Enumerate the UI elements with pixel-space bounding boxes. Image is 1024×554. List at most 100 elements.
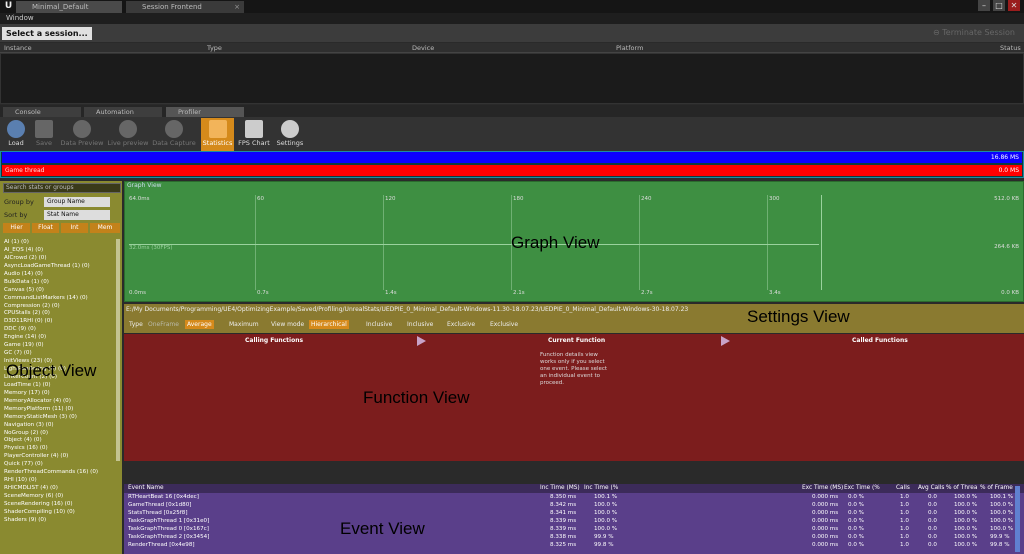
sort-by-dropdown[interactable]: Stat Name	[44, 210, 110, 220]
menu-window[interactable]: Window	[0, 13, 1024, 24]
col-pct-frame[interactable]: % of Frame	[980, 485, 1013, 491]
maximum-option[interactable]: Maximum	[229, 320, 259, 329]
time-label: 2.7s	[641, 290, 653, 296]
game-thread-bar[interactable]: Game thread 0.0 MS	[2, 165, 1022, 176]
hierarchical-option[interactable]: Hierarchical	[309, 320, 349, 329]
live-preview-icon	[119, 120, 137, 138]
col-type[interactable]: Type	[207, 44, 222, 52]
select-session-dropdown[interactable]: Select a session... ▾	[2, 27, 92, 51]
stat-group-item[interactable]: Memory (17) (0)	[2, 390, 116, 398]
stat-group-item[interactable]: CommandListMarkers (14) (0)	[2, 295, 116, 303]
settings-button[interactable]: Settings	[274, 118, 306, 151]
event-row[interactable]: TaskGraphThread 0 [0x167c] 8.339 ms 100.0 …	[124, 526, 1020, 534]
col-exc-time-ms[interactable]: Exc Time (MS)	[802, 485, 843, 491]
terminate-session-button[interactable]: ⊖ Terminate Session	[933, 28, 1015, 37]
stat-group-item[interactable]: Game (19) (0)	[2, 342, 116, 350]
fps-chart-button[interactable]: FPS Chart	[236, 118, 272, 151]
stat-group-item[interactable]: DDC (9) (0)	[2, 326, 116, 334]
stat-group-item[interactable]: CPUStalls (2) (0)	[2, 310, 116, 318]
stat-group-item[interactable]: AI_EQS (4) (0)	[2, 247, 116, 255]
stat-group-item[interactable]: NoGroup (2) (0)	[2, 430, 116, 438]
event-row[interactable]: TaskGraphThread 2 [0x3454] 8.338 ms 99.9 %…	[124, 534, 1020, 542]
statistics-button[interactable]: Statistics	[201, 118, 234, 151]
stat-group-item[interactable]: SceneMemory (6) (0)	[2, 493, 116, 501]
stat-group-item[interactable]: Audio (14) (0)	[2, 271, 116, 279]
col-avg-calls[interactable]: Avg Calls	[918, 485, 944, 491]
event-cell: 0.0	[928, 542, 937, 548]
stat-group-item[interactable]: GC (7) (0)	[2, 350, 116, 358]
col-inc-time-ms[interactable]: Inc Time (MS)	[540, 485, 580, 491]
inclusive-option[interactable]: Inclusive	[366, 320, 392, 329]
col-event-name[interactable]: Event Name	[128, 485, 164, 491]
stat-group-item[interactable]: LoadTime (1) (0)	[2, 382, 116, 390]
stat-group-item[interactable]: Navigation (3) (0)	[2, 422, 116, 430]
col-inc-time-pct[interactable]: Inc Time (%	[584, 485, 618, 491]
tab-profiler[interactable]: Profiler	[166, 107, 244, 117]
event-row[interactable]: GameThread [0x1d80] 8.342 ms 100.0 % 0.000 …	[124, 502, 1020, 510]
stat-group-item[interactable]: Canvas (5) (0)	[2, 287, 116, 295]
data-capture-button[interactable]: Data Capture	[152, 118, 196, 151]
stat-group-item[interactable]: RenderThreadCommands (16) (0)	[2, 469, 116, 477]
filter-int[interactable]: Int	[61, 223, 88, 233]
stat-group-item[interactable]: BulkData (1) (0)	[2, 279, 116, 287]
col-exc-time-pct[interactable]: Exc Time (%	[844, 485, 880, 491]
filter-hier[interactable]: Hier	[3, 223, 30, 233]
col-instance[interactable]: Instance	[4, 44, 32, 52]
maximize-button[interactable]: □	[993, 0, 1005, 11]
stat-group-item[interactable]: SceneRendering (16) (0)	[2, 501, 116, 509]
frame-bar[interactable]: 16.86 MS	[2, 152, 1022, 163]
stat-group-item[interactable]: MemoryPlatform (11) (0)	[2, 406, 116, 414]
stat-group-item[interactable]: Engine (14) (0)	[2, 334, 116, 342]
one-frame-option[interactable]: OneFrame	[148, 320, 179, 329]
event-row[interactable]: RenderThread [0x4e98] 8.325 ms 99.8 % 0.000…	[124, 542, 1020, 550]
stat-group-item[interactable]: Quick (77) (0)	[2, 461, 116, 469]
data-preview-button[interactable]: Data Preview	[60, 118, 104, 151]
average-option[interactable]: Average	[185, 320, 214, 329]
col-pct-thread[interactable]: % of Threa	[946, 485, 977, 491]
stat-group-item[interactable]: MemoryAllocator (4) (0)	[2, 398, 116, 406]
load-button[interactable]: Load	[2, 118, 30, 151]
stats-search-input[interactable]: Search stats or groups	[3, 183, 121, 193]
stat-group-item[interactable]: MemoryStaticMesh (3) (0)	[2, 414, 116, 422]
stat-group-item[interactable]: RHICMDLIST (4) (0)	[2, 485, 116, 493]
tab-automation[interactable]: Automation	[84, 107, 162, 117]
stat-group-item[interactable]: D3D11RHI (0) (0)	[2, 318, 116, 326]
event-row[interactable]: TaskGraphThread 1 [0x31e0] 8.339 ms 100.0 …	[124, 518, 1020, 526]
tree-scrollbar[interactable]	[116, 239, 120, 461]
group-by-dropdown[interactable]: Group Name	[44, 197, 110, 207]
filter-float[interactable]: Float	[32, 223, 59, 233]
stat-group-item[interactable]: Compression (2) (0)	[2, 303, 116, 311]
col-status[interactable]: Status	[1000, 44, 1021, 52]
inclusive-option[interactable]: Inclusive	[407, 320, 433, 329]
filter-mem[interactable]: Mem	[90, 223, 120, 233]
minimize-button[interactable]: –	[978, 0, 990, 11]
session-list[interactable]	[0, 53, 1024, 104]
event-scrollbar[interactable]	[1015, 486, 1020, 552]
col-calls[interactable]: Calls	[896, 485, 910, 491]
stat-group-item[interactable]: Object (4) (0)	[2, 437, 116, 445]
exclusive-option[interactable]: Exclusive	[447, 320, 475, 329]
tab-console[interactable]: Console	[3, 107, 81, 117]
stat-group-item[interactable]: ShaderCompiling (10) (0)	[2, 509, 116, 517]
event-row[interactable]: StatsThread [0x25f8] 8.341 ms 100.0 % 0.000…	[124, 510, 1020, 518]
live-preview-button[interactable]: Live preview	[106, 118, 150, 151]
event-row[interactable]: RTHeartBeat 16 [0x4dec] 8.350 ms 100.1 % 0.…	[124, 494, 1020, 502]
close-icon[interactable]: ×	[234, 1, 240, 13]
tab-minimal-default[interactable]: Minimal_Default	[16, 1, 122, 13]
stat-group-item[interactable]: AsyncLoadGameThread (1) (0)	[2, 263, 116, 271]
type-label: Type	[129, 321, 143, 328]
save-button[interactable]: Save	[30, 118, 58, 151]
col-device[interactable]: Device	[412, 44, 434, 52]
stat-group-item[interactable]: Shaders (9) (0)	[2, 517, 116, 525]
event-cell: 100.0 %	[594, 526, 618, 532]
stat-group-item[interactable]: AI (1) (0)	[2, 239, 116, 247]
stat-group-item[interactable]: Physics (16) (0)	[2, 445, 116, 453]
col-platform[interactable]: Platform	[616, 44, 643, 52]
tab-session-frontend[interactable]: Session Frontend ×	[126, 1, 244, 13]
stat-group-item[interactable]: PlayerController (4) (0)	[2, 453, 116, 461]
exclusive-option[interactable]: Exclusive	[490, 320, 518, 329]
stat-group-item[interactable]: RHI (10) (0)	[2, 477, 116, 485]
stat-group-item[interactable]: AICrowd (2) (0)	[2, 255, 116, 263]
close-window-button[interactable]: ✕	[1008, 0, 1020, 11]
event-cell: 99.9 %	[594, 534, 614, 540]
